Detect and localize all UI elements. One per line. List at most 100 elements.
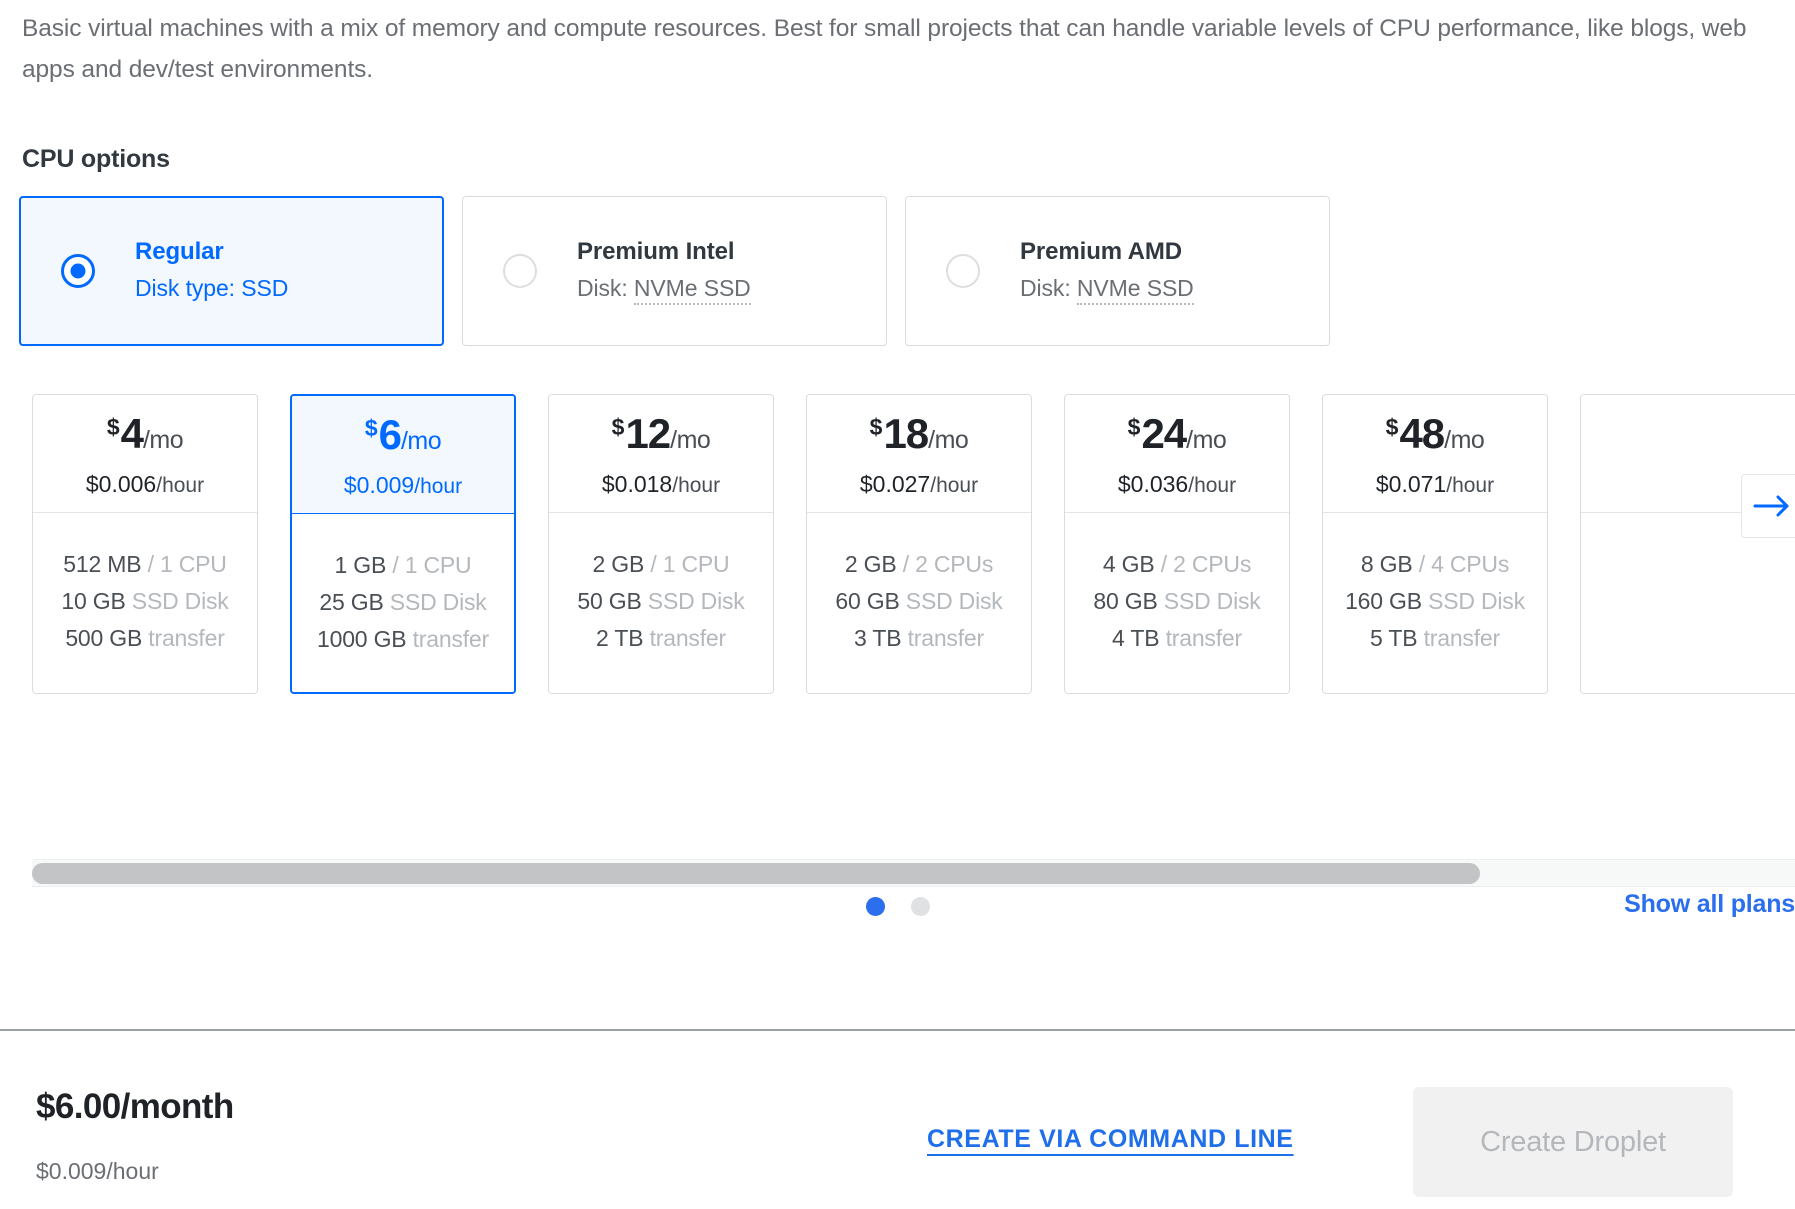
plan-card[interactable]: [1580, 394, 1795, 694]
plan-specs-block: [1581, 513, 1795, 693]
plan-monthly-price: $18/mo: [870, 405, 969, 466]
cpu-option-text: Regular Disk type: SSD: [135, 237, 288, 305]
plan-hourly-unit: /hour: [1446, 474, 1495, 497]
cpu-option-radio[interactable]: [946, 254, 980, 288]
plan-spec-transfer-value: 3 TB: [854, 625, 902, 651]
carousel-next-button[interactable]: [1741, 474, 1795, 538]
plans-scrollbar-track[interactable]: [32, 859, 1795, 887]
plan-price-block: $48/mo $0.071/hour: [1323, 395, 1547, 513]
cpu-option-text: Premium AMD Disk: NVMe SSD: [1020, 237, 1194, 305]
plan-hourly-price: $0.036/hour: [1118, 468, 1236, 502]
plan-hourly-value: $0.071: [1375, 471, 1447, 497]
plan-price-period: /mo: [1444, 426, 1485, 454]
plan-monthly-price: $6/mo: [365, 406, 442, 467]
plan-spec-disk-label: SSD Disk: [641, 588, 745, 614]
plan-spec-transfer: 2 TB transfer: [596, 620, 726, 657]
plan-specs-block: 1 GB / 1 CPU 25 GB SSD Disk 1000 GB transf…: [292, 514, 514, 692]
carousel-dot[interactable]: [910, 897, 930, 916]
plan-spec-disk: 160 GB SSD Disk: [1345, 583, 1525, 620]
plan-hourly-value: $0.018: [601, 471, 673, 497]
plan-hourly-price: $0.071/hour: [1376, 468, 1494, 502]
plan-spec-memory: 512 MB / 1 CPU: [63, 546, 227, 583]
plan-specs-block: 4 GB / 2 CPUs 80 GB SSD Disk 4 TB transfer: [1065, 513, 1289, 693]
plan-hourly-value: $0.009: [343, 472, 415, 498]
plan-hourly-price: $0.018/hour: [602, 468, 720, 502]
cpu-option-disk-label: Disk type:: [135, 275, 242, 301]
plan-spec-memory-label: / 4 CPUs: [1412, 551, 1510, 577]
plan-specs-block: 2 GB / 1 CPU 50 GB SSD Disk 2 TB transfer: [549, 513, 773, 693]
plan-card[interactable]: $48/mo $0.071/hour 8 GB / 4 CPUs 160 GB SSD…: [1322, 394, 1548, 694]
plan-hourly-value: $0.006: [85, 471, 157, 497]
plan-spec-transfer-value: 5 TB: [1370, 625, 1418, 651]
plan-price-block: $6/mo $0.009/hour: [292, 396, 514, 514]
plan-spec-transfer-label: transfer: [901, 625, 985, 651]
cpu-option-card[interactable]: Premium Intel Disk: NVMe SSD: [462, 196, 887, 346]
plan-spec-disk-label: SSD Disk: [1421, 588, 1525, 614]
plan-spec-memory-label: / 1 CPU: [141, 551, 227, 577]
plan-spec-transfer-label: transfer: [643, 625, 727, 651]
plan-price-block: $12/mo $0.018/hour: [549, 395, 773, 513]
carousel-dot[interactable]: [865, 897, 885, 916]
create-droplet-button[interactable]: Create Droplet: [1413, 1087, 1733, 1197]
cpu-option-card[interactable]: Regular Disk type: SSD: [19, 196, 444, 346]
plan-card[interactable]: $6/mo $0.009/hour 1 GB / 1 CPU 25 GB SSD Di…: [290, 394, 516, 694]
cpu-option-radio[interactable]: [503, 254, 537, 288]
plan-spec-memory-value: 2 GB: [592, 551, 645, 577]
plan-description: Basic virtual machines with a mix of mem…: [22, 15, 1747, 83]
cpu-option-card[interactable]: Premium AMD Disk: NVMe SSD: [905, 196, 1330, 346]
plan-spec-disk-value: 10 GB: [61, 588, 126, 614]
plan-hourly-price: $0.006/hour: [86, 468, 204, 502]
cpu-options-group: Regular Disk type: SSD Premium Intel Disk: …: [19, 196, 1339, 346]
plan-hourly-unit: /hour: [414, 475, 463, 498]
plans-scrollbar-thumb[interactable]: [32, 863, 1480, 884]
plan-spec-disk-label: SSD Disk: [1157, 588, 1261, 614]
plan-price-amount: 48: [1399, 410, 1445, 457]
plan-spec-disk-value: 25 GB: [319, 589, 384, 615]
cpu-option-disk-value[interactable]: NVMe SSD: [1076, 275, 1194, 305]
plan-spec-disk-value: 50 GB: [577, 588, 642, 614]
plan-spec-memory: 2 GB / 2 CPUs: [845, 546, 993, 583]
plan-hourly-unit: /hour: [672, 474, 721, 497]
plan-card[interactable]: $24/mo $0.036/hour 4 GB / 2 CPUs 80 GB SSD …: [1064, 394, 1290, 694]
plans-carousel-viewport: $4/mo $0.006/hour 512 MB / 1 CPU 10 GB SSD …: [0, 388, 1795, 710]
plan-price-period: /mo: [1186, 426, 1227, 454]
plan-spec-transfer-value: 2 TB: [596, 625, 644, 651]
plan-spec-transfer-label: transfer: [142, 625, 225, 651]
plan-card[interactable]: $18/mo $0.027/hour 2 GB / 2 CPUs 60 GB SSD …: [806, 394, 1032, 694]
plan-spec-disk-label: SSD Disk: [899, 588, 1003, 614]
plan-price-period: /mo: [400, 427, 442, 455]
plan-spec-memory-label: / 2 CPUs: [896, 551, 994, 577]
plan-spec-transfer-value: 500 GB: [65, 625, 143, 651]
total-price: $6.00/month: [36, 1087, 234, 1126]
plan-currency-symbol: $: [1127, 414, 1142, 440]
plan-card[interactable]: $12/mo $0.018/hour 2 GB / 1 CPU 50 GB SSD D…: [548, 394, 774, 694]
plan-price-period: /mo: [670, 426, 711, 454]
plan-spec-memory: 2 GB / 1 CPU: [593, 546, 730, 583]
carousel-pagination: [865, 897, 930, 916]
create-via-command-line-link[interactable]: CREATE VIA COMMAND LINE: [927, 1125, 1294, 1154]
plan-specs-block: 512 MB / 1 CPU 10 GB SSD Disk 500 GB trans…: [33, 513, 257, 693]
cpu-option-disk-value[interactable]: NVMe SSD: [633, 275, 751, 305]
plan-spec-disk: 80 GB SSD Disk: [1093, 583, 1260, 620]
plan-card[interactable]: $4/mo $0.006/hour 512 MB / 1 CPU 10 GB SSD …: [32, 394, 258, 694]
plan-spec-transfer: 4 TB transfer: [1112, 620, 1242, 657]
plan-spec-disk: 50 GB SSD Disk: [577, 583, 744, 620]
plan-spec-disk-value: 60 GB: [835, 588, 900, 614]
plan-hourly-unit: /hour: [1188, 474, 1237, 497]
plan-hourly-price: $0.027/hour: [860, 468, 978, 502]
show-all-plans-link[interactable]: Show all plans: [1624, 890, 1795, 919]
plan-price-block: $18/mo $0.027/hour: [807, 395, 1031, 513]
cpu-option-radio[interactable]: [61, 254, 95, 288]
plan-hourly-unit: /hour: [156, 474, 205, 497]
plan-hourly-value: $0.036: [1117, 471, 1189, 497]
plan-price-block: $24/mo $0.036/hour: [1065, 395, 1289, 513]
footer-divider: [0, 1029, 1795, 1031]
plans-row: $4/mo $0.006/hour 512 MB / 1 CPU 10 GB SSD …: [32, 394, 1795, 694]
plan-spec-memory-label: / 2 CPUs: [1154, 551, 1252, 577]
cpu-option-disk-label: Disk:: [1020, 275, 1077, 301]
plan-spec-memory-label: / 1 CPU: [644, 551, 730, 577]
plan-spec-memory: 4 GB / 2 CPUs: [1103, 546, 1251, 583]
cpu-option-disk-type: Disk: NVMe SSD: [577, 271, 751, 305]
cpu-option-disk-type: Disk: NVMe SSD: [1020, 271, 1194, 305]
cpu-option-name: Regular: [135, 238, 224, 265]
